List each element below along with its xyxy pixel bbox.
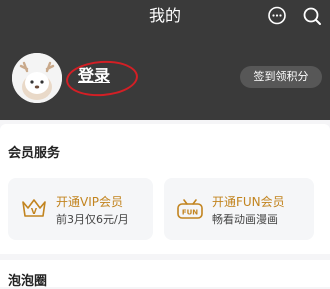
bubble-circle-section-title: 泡泡圈 [8,274,48,289]
fun-card-subtitle: 畅看动画漫画 [212,213,278,226]
bubble-circle-section: 泡泡圈 [0,260,330,289]
vip-membership-card[interactable]: V 开通VIP会员 前3月仅6元/月 [8,178,153,240]
profile-header: 我的 登录 签到领积分 [0,0,330,120]
avatar[interactable] [12,53,62,103]
fun-card-title: 开通FUN会员 [212,195,285,209]
svg-text:FUN: FUN [182,209,198,217]
vip-card-subtitle: 前3月仅6元/月 [56,213,129,226]
vip-card-title: 开通VIP会员 [56,195,123,209]
login-highlight-circle [64,58,140,99]
message-bubble-icon[interactable] [267,6,287,26]
fun-membership-card[interactable]: FUN 开通FUN会员 畅看动画漫画 [164,178,314,240]
search-icon[interactable] [302,6,322,26]
fun-badge-icon: FUN [176,196,204,226]
membership-section-title: 会员服务 [8,146,61,161]
svg-text:V: V [31,207,38,216]
vip-crown-icon: V [20,196,48,226]
signin-points-button[interactable]: 签到领积分 [240,66,322,88]
